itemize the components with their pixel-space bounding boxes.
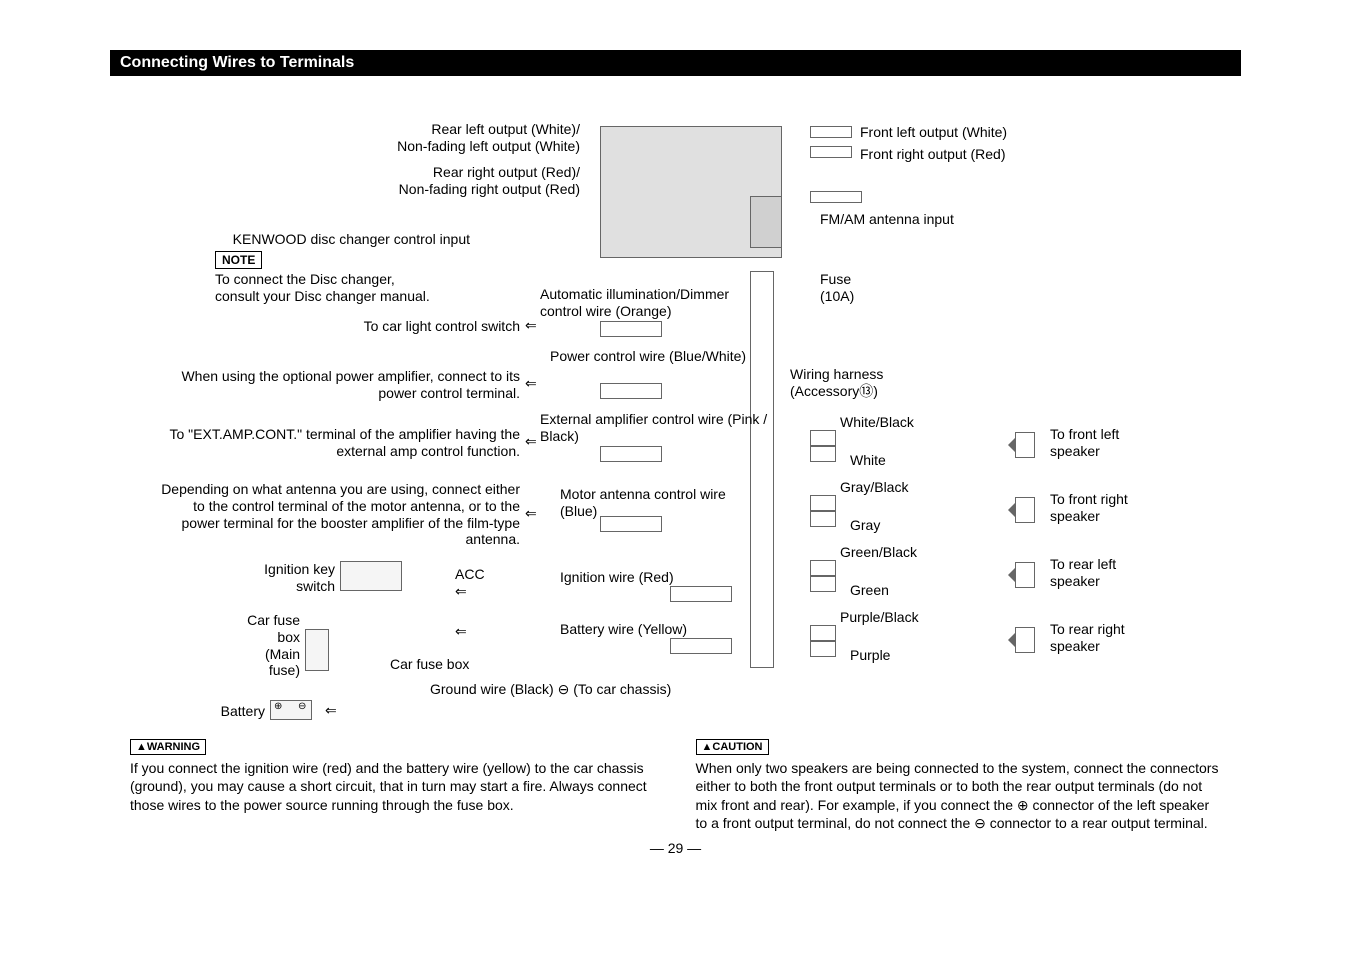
speaker-icon (1015, 432, 1035, 458)
warning-text: If you connect the ignition wire (red) a… (130, 759, 656, 814)
page-number: — 29 — (110, 840, 1241, 856)
fuse-block (750, 196, 782, 248)
to-speaker-label: To front left speaker (1050, 426, 1150, 460)
left-arrow-icon: ⇐ (455, 623, 467, 640)
wire-box (670, 586, 732, 602)
rca-jack-icon (810, 146, 852, 158)
to-speaker-label: To front right speaker (1050, 491, 1150, 525)
note-text: To connect the Disc changer, consult you… (215, 271, 475, 305)
section-header: Connecting Wires to Terminals (110, 50, 1241, 76)
left-arrow-icon: ⇐ (525, 317, 537, 334)
fuse-label: Fuse (10A) (820, 271, 854, 305)
motor-ant-dest-label: Depending on what antenna you are using,… (160, 481, 520, 548)
speaker-icon (1015, 627, 1035, 653)
ground-wire-label: Ground wire (Black) ⊖ (To car chassis) (430, 681, 671, 698)
battery-minus-icon: ⊖ (298, 701, 306, 713)
caution-col: ▲CAUTION When only two speakers are bein… (696, 736, 1222, 832)
note-badge: NOTE (215, 251, 262, 269)
car-fuse-main-icon (305, 629, 329, 671)
left-arrow-icon: ⇐ (455, 583, 467, 600)
power-amp-label: When using the optional power amplifier,… (175, 368, 520, 402)
battery-label: Battery (215, 703, 265, 720)
battery-plus-icon: ⊕ (274, 701, 282, 713)
wire-box (600, 383, 662, 399)
left-arrow-icon: ⇐ (525, 375, 537, 392)
wire-color-label: Gray/Black (840, 479, 908, 496)
caution-text: When only two speakers are being connect… (696, 759, 1222, 832)
front-right-output-label: Front right output (Red) (860, 146, 1006, 163)
speaker-rear-right: Purple/Black Purple To rear right speake… (800, 611, 1060, 661)
harness-label: Wiring harness (Accessory⑬) (790, 366, 930, 400)
battery-wire-label: Battery wire (Yellow) (560, 621, 687, 638)
car-light-label: To car light control switch (280, 318, 520, 335)
wire-color-label: Purple/Black (840, 609, 919, 626)
wire-color-label: White/Black (840, 414, 914, 431)
wire-color-label: Green (850, 582, 889, 599)
acc-label: ACC (455, 566, 485, 583)
ext-amp-wire-label: External amplifier control wire (Pink / … (540, 411, 770, 445)
wiring-diagram: Rear left output (White)/ Non-fading lef… (130, 86, 1221, 726)
ext-amp-dest-label: To "EXT.AMP.CONT." terminal of the ampli… (145, 426, 520, 460)
speaker-front-left: White/Black White To front left speaker (800, 416, 1060, 466)
front-left-output-label: Front left output (White) (860, 124, 1007, 141)
wire-color-label: Purple (850, 647, 890, 664)
rear-right-output-label: Rear right output (Red)/ Non-fading righ… (280, 164, 580, 198)
warning-col: ▲WARNING If you connect the ignition wir… (130, 736, 656, 832)
speaker-icon (1015, 497, 1035, 523)
to-speaker-label: To rear right speaker (1050, 621, 1150, 655)
power-ctrl-label: Power control wire (Blue/White) (550, 348, 750, 365)
harness-connector (750, 271, 774, 668)
wire-color-label: Green/Black (840, 544, 917, 561)
motor-ant-label: Motor antenna control wire (Blue) (560, 486, 760, 520)
left-arrow-icon: ⇐ (325, 702, 337, 719)
wire-color-label: White (850, 452, 886, 469)
left-arrow-icon: ⇐ (525, 505, 537, 522)
warning-caution-row: ▲WARNING If you connect the ignition wir… (110, 736, 1241, 832)
speaker-icon (1015, 562, 1035, 588)
auto-illum-label: Automatic illumination/Dimmer control wi… (540, 286, 770, 320)
left-arrow-icon: ⇐ (525, 433, 537, 450)
warning-badge: ▲WARNING (130, 739, 206, 755)
ignition-key-label: Ignition key switch (240, 561, 335, 595)
speaker-front-right: Gray/Black Gray To front right speaker (800, 481, 1060, 531)
wire-box (600, 446, 662, 462)
wire-box (600, 516, 662, 532)
car-fuse-main-label: Car fuse box (Main fuse) (230, 612, 300, 679)
wire-color-label: Gray (850, 517, 880, 534)
antenna-jack-icon (810, 191, 862, 203)
disc-changer-label: KENWOOD disc changer control input (180, 231, 470, 248)
ignition-wire-label: Ignition wire (Red) (560, 569, 674, 586)
ignition-switch-icon (340, 561, 402, 591)
rca-jack-icon (810, 126, 852, 138)
caution-badge: ▲CAUTION (696, 739, 769, 755)
rear-left-output-label: Rear left output (White)/ Non-fading lef… (280, 121, 580, 155)
to-speaker-label: To rear left speaker (1050, 556, 1150, 590)
car-fuse-label: Car fuse box (390, 656, 469, 673)
fm-am-input-label: FM/AM antenna input (820, 211, 954, 228)
wire-box (600, 321, 662, 337)
wire-box (670, 638, 732, 654)
speaker-rear-left: Green/Black Green To rear left speaker (800, 546, 1060, 596)
